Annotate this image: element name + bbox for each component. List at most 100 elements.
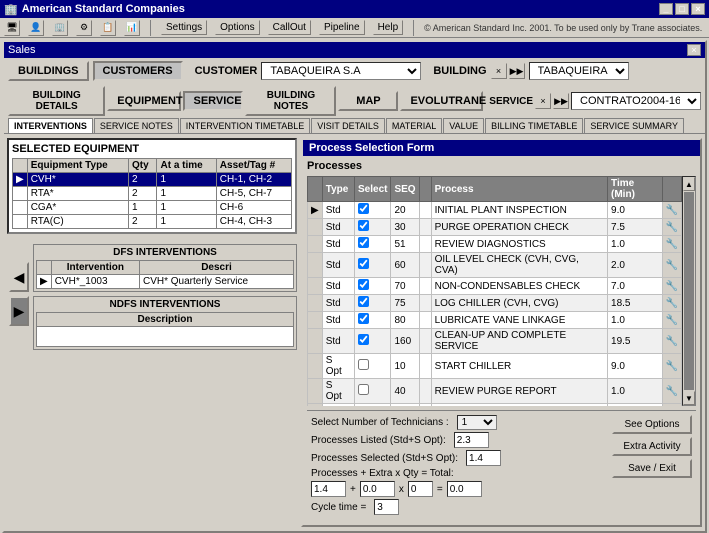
see-options-btn[interactable]: See Options: [612, 415, 692, 434]
tab-intervention-timetable[interactable]: INTERVENTION TIMETABLE: [180, 118, 311, 133]
tab-service-notes[interactable]: SERVICE NOTES: [94, 118, 179, 133]
service-nav-fwd[interactable]: ▶▶: [553, 93, 569, 109]
customers-btn[interactable]: CUSTOMERS: [93, 61, 183, 81]
save-exit-btn[interactable]: Save / Exit: [612, 459, 692, 478]
row-arrow: [13, 215, 28, 229]
service-nav-x[interactable]: ×: [535, 93, 551, 109]
proc-row-select[interactable]: [355, 404, 391, 407]
std-opt-value[interactable]: [454, 432, 489, 448]
proc-row-select[interactable]: [355, 236, 391, 253]
process-scrollbar[interactable]: ▲ ▼: [682, 176, 696, 406]
proc-row-select[interactable]: [355, 354, 391, 379]
maximize-btn[interactable]: □: [675, 3, 689, 15]
proc-row-select[interactable]: [355, 329, 391, 354]
evolutrane-btn[interactable]: EVOLUTRANE: [400, 91, 483, 111]
proc-row-select[interactable]: [355, 219, 391, 236]
service-btn[interactable]: SERVICE: [183, 91, 243, 111]
buildings-btn[interactable]: BUILDINGS: [8, 61, 89, 81]
options-menu[interactable]: Options: [215, 20, 259, 35]
cycle-value[interactable]: [374, 499, 399, 515]
toolbar-icon-1[interactable]: 🖥: [4, 20, 20, 36]
proc-checkbox[interactable]: [358, 359, 369, 370]
building-notes-btn[interactable]: BUILDING NOTES: [245, 86, 336, 116]
arrow-up-btn[interactable]: ◀: [9, 262, 29, 292]
toolbar-icon-4[interactable]: ⚙: [76, 20, 92, 36]
tab-material[interactable]: MATERIAL: [386, 118, 442, 133]
settings-menu[interactable]: Settings: [161, 20, 207, 35]
scroll-up-arrow[interactable]: ▲: [683, 177, 695, 191]
map-btn[interactable]: MAP: [338, 91, 398, 111]
proc-row-select[interactable]: [355, 295, 391, 312]
dfs-desc-col: Descri: [140, 261, 294, 275]
tab-value[interactable]: VALUE: [443, 118, 484, 133]
table-row[interactable]: S Opt 110 LEAK TEST HI-SIDE 17.0 🔧: [308, 404, 682, 407]
table-row[interactable]: Std 30 PURGE OPERATION CHECK 7.5 🔧: [308, 219, 682, 236]
scroll-down-arrow[interactable]: ▼: [683, 391, 695, 405]
table-row[interactable]: RTA* 2 1 CH-5, CH-7: [13, 187, 292, 201]
help-menu[interactable]: Help: [373, 20, 404, 35]
minimize-btn[interactable]: _: [659, 3, 673, 15]
proc-row-select[interactable]: [355, 278, 391, 295]
proc-checkbox[interactable]: [358, 279, 369, 290]
toolbar-icon-2[interactable]: 👤: [28, 20, 44, 36]
proc-row-icon: 🔧: [662, 253, 681, 278]
proc-checkbox[interactable]: [358, 220, 369, 231]
proc-row-time: 19.5: [608, 329, 663, 354]
total-val1[interactable]: [311, 481, 346, 497]
toolbar-icon-3[interactable]: 🏢: [52, 20, 68, 36]
proc-row-select[interactable]: [355, 202, 391, 219]
building-nav-x[interactable]: ×: [491, 63, 507, 79]
proc-checkbox[interactable]: [358, 313, 369, 324]
tab-interventions[interactable]: INTERVENTIONS: [8, 118, 93, 133]
pipeline-menu[interactable]: Pipeline: [319, 20, 365, 35]
tab-service-summary[interactable]: SERVICE SUMMARY: [584, 118, 684, 133]
dfs-intervention-col: Intervention: [51, 261, 139, 275]
process-table-container: Type Select SEQ Process Time (Min): [307, 176, 696, 406]
proc-row-select[interactable]: [355, 312, 391, 329]
service-select[interactable]: CONTRATO2004-16: [571, 92, 701, 110]
arrow-down-btn[interactable]: ▶: [9, 296, 29, 326]
sales-close-btn[interactable]: ×: [687, 44, 701, 56]
building-details-btn[interactable]: BUILDING DETAILS: [8, 86, 105, 116]
table-row[interactable]: Std 75 LOG CHILLER (CVH, CVG) 18.5 🔧: [308, 295, 682, 312]
proc-row-select[interactable]: [355, 379, 391, 404]
proc-checkbox[interactable]: [358, 203, 369, 214]
table-row[interactable]: S Opt 10 START CHILLER 9.0 🔧: [308, 354, 682, 379]
toolbar-icon-6[interactable]: 📊: [124, 20, 140, 36]
table-row[interactable]: CGA* 1 1 CH-6: [13, 201, 292, 215]
toolbar-icon-5[interactable]: 📋: [100, 20, 116, 36]
proc-checkbox[interactable]: [358, 334, 369, 345]
scroll-thumb[interactable]: [684, 192, 694, 390]
proc-checkbox[interactable]: [358, 296, 369, 307]
list-item[interactable]: ▶ CVH*_1003 CVH* Quarterly Service: [37, 275, 294, 289]
table-row[interactable]: Std 160 CLEAN-UP AND COMPLETE SERVICE 19…: [308, 329, 682, 354]
table-row[interactable]: Std 70 NON-CONDENSABLES CHECK 7.0 🔧: [308, 278, 682, 295]
table-row[interactable]: ▶ CVH* 2 1 CH-1, CH-2: [13, 173, 292, 187]
table-row[interactable]: Std 60 OIL LEVEL CHECK (CVH, CVG, CVA) 2…: [308, 253, 682, 278]
table-row[interactable]: ▶ Std 20 INITIAL PLANT INSPECTION 9.0 🔧: [308, 202, 682, 219]
proc-checkbox[interactable]: [358, 237, 369, 248]
tech-select[interactable]: 123: [457, 415, 497, 430]
table-row[interactable]: S Opt 40 REVIEW PURGE REPORT 1.0 🔧: [308, 379, 682, 404]
tab-visit-details[interactable]: VISIT DETAILS: [311, 118, 385, 133]
table-row[interactable]: Std 51 REVIEW DIAGNOSTICS 1.0 🔧: [308, 236, 682, 253]
total-val2[interactable]: [360, 481, 395, 497]
table-row[interactable]: Std 80 LUBRICATE VANE LINKAGE 1.0 🔧: [308, 312, 682, 329]
proc-row-select[interactable]: [355, 253, 391, 278]
building-select[interactable]: TABAQUEIRA: [529, 62, 629, 80]
total-val3[interactable]: [408, 481, 433, 497]
proc-row-process: CLEAN-UP AND COMPLETE SERVICE: [431, 329, 607, 354]
total-val4[interactable]: [447, 481, 482, 497]
table-row[interactable]: RTA(C) 2 1 CH-4, CH-3: [13, 215, 292, 229]
callout-menu[interactable]: CallOut: [268, 20, 311, 35]
extra-activity-btn[interactable]: Extra Activity: [612, 437, 692, 456]
equipment-btn[interactable]: EQUIPMENT: [107, 91, 181, 111]
tab-billing-timetable[interactable]: BILLING TIMETABLE: [485, 118, 583, 133]
s-opt-value[interactable]: [466, 450, 501, 466]
close-btn[interactable]: ×: [691, 3, 705, 15]
process-table-scroll[interactable]: Type Select SEQ Process Time (Min): [307, 176, 682, 406]
building-nav-fwd[interactable]: ▶▶: [509, 63, 525, 79]
proc-checkbox[interactable]: [358, 258, 369, 269]
customer-select[interactable]: TABAQUEIRA S.A: [261, 62, 421, 80]
proc-checkbox[interactable]: [358, 384, 369, 395]
